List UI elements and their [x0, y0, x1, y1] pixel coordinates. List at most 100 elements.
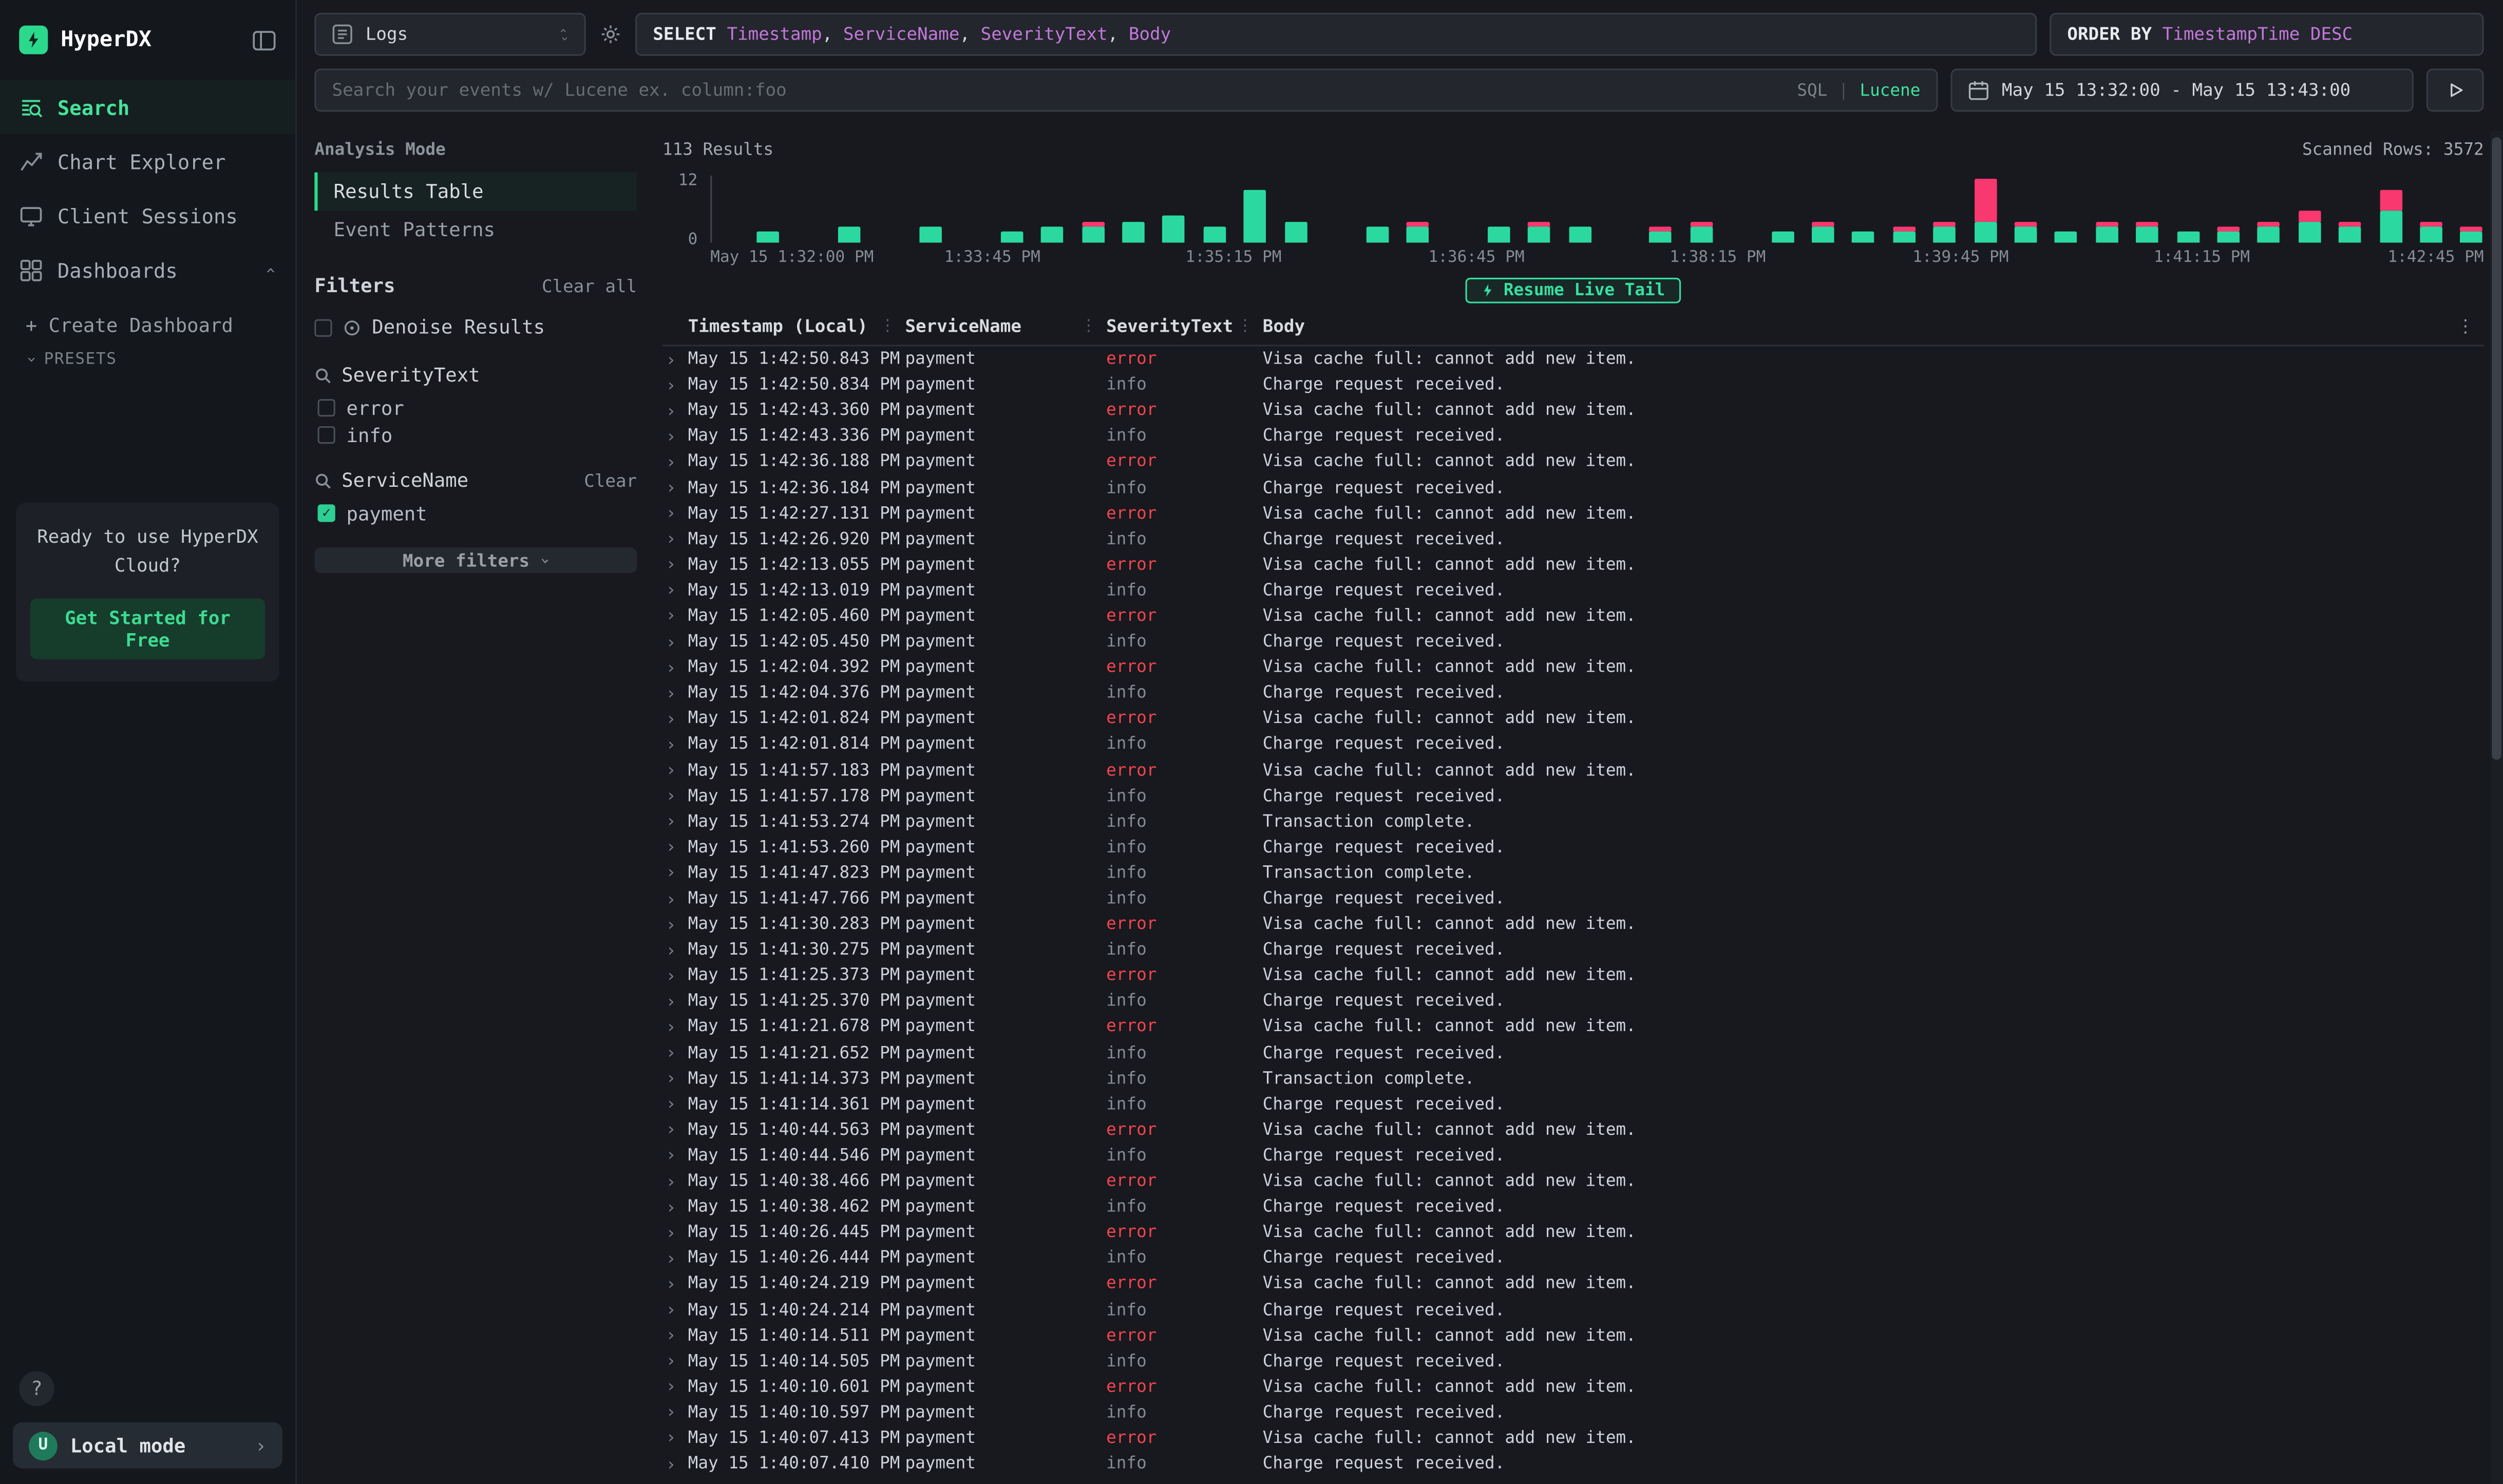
- run-query-button[interactable]: [2426, 69, 2484, 112]
- source-select[interactable]: Logs ››: [314, 13, 585, 56]
- row-expand-chevron[interactable]: ›: [662, 734, 688, 755]
- row-expand-chevron[interactable]: ›: [662, 863, 688, 883]
- row-expand-chevron[interactable]: ›: [662, 529, 688, 549]
- table-row[interactable]: › May 15 1:42:43.336 PM payment info Cha…: [662, 424, 2484, 449]
- facet-checkbox[interactable]: [318, 399, 335, 416]
- row-expand-chevron[interactable]: ›: [662, 914, 688, 935]
- table-row[interactable]: › May 15 1:41:14.361 PM payment info Cha…: [662, 1091, 2484, 1117]
- table-row[interactable]: › May 15 1:41:30.275 PM payment info Cha…: [662, 937, 2484, 963]
- table-row[interactable]: › May 15 1:41:57.178 PM payment info Cha…: [662, 783, 2484, 809]
- row-expand-chevron[interactable]: ›: [662, 1119, 688, 1140]
- mode-results-table[interactable]: Results Table: [314, 173, 637, 211]
- preset-item[interactable]: [0, 404, 295, 434]
- table-row[interactable]: › May 15 1:42:50.843 PM payment error Vi…: [662, 347, 2484, 372]
- sidebar-item-client-sessions[interactable]: Client Sessions: [0, 188, 295, 243]
- table-row[interactable]: › May 15 1:42:26.920 PM payment info Cha…: [662, 526, 2484, 552]
- table-row[interactable]: › May 15 1:40:10.597 PM payment info Cha…: [662, 1400, 2484, 1425]
- row-expand-chevron[interactable]: ›: [662, 760, 688, 781]
- table-row[interactable]: › May 15 1:42:04.392 PM payment error Vi…: [662, 655, 2484, 680]
- row-expand-chevron[interactable]: ›: [662, 1222, 688, 1243]
- row-expand-chevron[interactable]: ›: [662, 426, 688, 446]
- table-row[interactable]: › May 15 1:40:38.462 PM payment info Cha…: [662, 1194, 2484, 1220]
- row-expand-chevron[interactable]: ›: [662, 1325, 688, 1345]
- sql-select-input[interactable]: SELECT Timestamp, ServiceName, SeverityT…: [635, 13, 2037, 56]
- table-row[interactable]: › May 15 1:41:21.652 PM payment info Cha…: [662, 1040, 2484, 1066]
- table-row[interactable]: › May 15 1:40:07.410 PM payment info Cha…: [662, 1451, 2484, 1477]
- table-row[interactable]: › May 15 1:41:53.274 PM payment info Tra…: [662, 809, 2484, 834]
- row-expand-chevron[interactable]: ›: [662, 837, 688, 858]
- row-expand-chevron[interactable]: ›: [662, 1453, 688, 1474]
- row-expand-chevron[interactable]: ›: [662, 374, 688, 395]
- gear-icon[interactable]: [599, 24, 623, 45]
- row-expand-chevron[interactable]: ›: [662, 1428, 688, 1448]
- row-expand-chevron[interactable]: ›: [662, 709, 688, 729]
- table-row[interactable]: › May 15 1:40:24.219 PM payment error Vi…: [662, 1271, 2484, 1297]
- row-expand-chevron[interactable]: ›: [662, 1017, 688, 1037]
- table-row[interactable]: › May 15 1:40:07.413 PM payment error Vi…: [662, 1425, 2484, 1451]
- table-row[interactable]: › May 15 1:41:47.766 PM payment info Cha…: [662, 886, 2484, 911]
- clear-all-button[interactable]: Clear all: [542, 275, 637, 296]
- denoise-row[interactable]: Denoise Results: [314, 311, 637, 343]
- time-range-picker[interactable]: May 15 13:32:00 - May 15 13:43:00: [1950, 69, 2413, 112]
- presets-section-toggle[interactable]: › PRESETS: [0, 345, 295, 373]
- sidebar-item-search[interactable]: Search: [0, 80, 295, 134]
- table-row[interactable]: › May 15 1:40:26.444 PM payment info Cha…: [662, 1245, 2484, 1271]
- table-row[interactable]: › May 15 1:41:53.260 PM payment info Cha…: [662, 834, 2484, 860]
- row-expand-chevron[interactable]: ›: [662, 940, 688, 960]
- order-by-input[interactable]: ORDER BY TimestampTime DESC: [2050, 13, 2483, 56]
- col-separator-icon[interactable]: ⋮: [1080, 318, 1096, 335]
- row-expand-chevron[interactable]: ›: [662, 580, 688, 601]
- row-expand-chevron[interactable]: ›: [662, 1299, 688, 1320]
- table-row[interactable]: › May 15 1:41:25.373 PM payment error Vi…: [662, 963, 2484, 988]
- row-expand-chevron[interactable]: ›: [662, 1402, 688, 1422]
- table-row[interactable]: › May 15 1:40:10.601 PM payment error Vi…: [662, 1374, 2484, 1400]
- row-expand-chevron[interactable]: ›: [662, 811, 688, 832]
- row-expand-chevron[interactable]: ›: [662, 1068, 688, 1089]
- table-row[interactable]: › May 15 1:42:50.834 PM payment info Cha…: [662, 372, 2484, 398]
- scrollbar-thumb[interactable]: [2492, 137, 2501, 759]
- create-dashboard-button[interactable]: + Create Dashboard: [0, 307, 295, 345]
- col-timestamp[interactable]: Timestamp (Local): [688, 316, 868, 336]
- row-expand-chevron[interactable]: ›: [662, 657, 688, 678]
- facet-option[interactable]: payment: [318, 500, 637, 527]
- search-input[interactable]: [332, 80, 1786, 100]
- row-expand-chevron[interactable]: ›: [662, 1094, 688, 1114]
- mode-event-patterns[interactable]: Event Patterns: [314, 211, 637, 249]
- table-row[interactable]: › May 15 1:42:36.188 PM payment error Vi…: [662, 449, 2484, 475]
- row-expand-chevron[interactable]: ›: [662, 1376, 688, 1397]
- table-row[interactable]: › May 15 1:42:13.019 PM payment info Cha…: [662, 578, 2484, 603]
- row-expand-chevron[interactable]: ›: [662, 632, 688, 652]
- table-row[interactable]: › May 15 1:40:44.546 PM payment info Cha…: [662, 1143, 2484, 1168]
- facet-option[interactable]: error: [318, 394, 637, 422]
- table-row[interactable]: › May 15 1:42:13.055 PM payment error Vi…: [662, 552, 2484, 578]
- table-row[interactable]: › May 15 1:41:25.370 PM payment info Cha…: [662, 988, 2484, 1014]
- table-row[interactable]: › May 15 1:40:14.511 PM payment error Vi…: [662, 1323, 2484, 1348]
- table-row[interactable]: › May 15 1:40:26.445 PM payment error Vi…: [662, 1220, 2484, 1245]
- row-expand-chevron[interactable]: ›: [662, 888, 688, 909]
- facet-checkbox[interactable]: [318, 504, 335, 522]
- denoise-checkbox[interactable]: [314, 318, 332, 336]
- table-row[interactable]: › May 15 1:42:36.184 PM payment info Cha…: [662, 475, 2484, 501]
- facet-option[interactable]: info: [318, 422, 637, 449]
- row-expand-chevron[interactable]: ›: [662, 1145, 688, 1166]
- table-row[interactable]: › May 15 1:40:38.466 PM payment error Vi…: [662, 1168, 2484, 1194]
- row-expand-chevron[interactable]: ›: [662, 451, 688, 472]
- row-expand-chevron[interactable]: ›: [662, 503, 688, 523]
- col-separator-icon[interactable]: ⋮: [1237, 318, 1253, 335]
- row-expand-chevron[interactable]: ›: [662, 400, 688, 421]
- row-expand-chevron[interactable]: ›: [662, 683, 688, 703]
- col-severitytext[interactable]: SeverityText: [1106, 316, 1233, 336]
- row-expand-chevron[interactable]: ›: [662, 965, 688, 986]
- preset-item[interactable]: [0, 373, 295, 404]
- row-expand-chevron[interactable]: ›: [662, 1273, 688, 1294]
- table-row[interactable]: › May 15 1:40:44.563 PM payment error Vi…: [662, 1117, 2484, 1143]
- sidebar-item-chart-explorer[interactable]: Chart Explorer: [0, 134, 295, 188]
- preset-item[interactable]: [0, 434, 295, 464]
- table-row[interactable]: › May 15 1:42:05.460 PM payment error Vi…: [662, 603, 2484, 629]
- row-expand-chevron[interactable]: ›: [662, 1248, 688, 1268]
- table-row[interactable]: › May 15 1:42:27.131 PM payment error Vi…: [662, 501, 2484, 526]
- table-row[interactable]: › May 15 1:42:04.376 PM payment info Cha…: [662, 680, 2484, 706]
- table-row[interactable]: › May 15 1:41:57.183 PM payment error Vi…: [662, 757, 2484, 783]
- facet-checkbox[interactable]: [318, 426, 335, 444]
- lang-lucene-toggle[interactable]: Lucene: [1860, 81, 1920, 100]
